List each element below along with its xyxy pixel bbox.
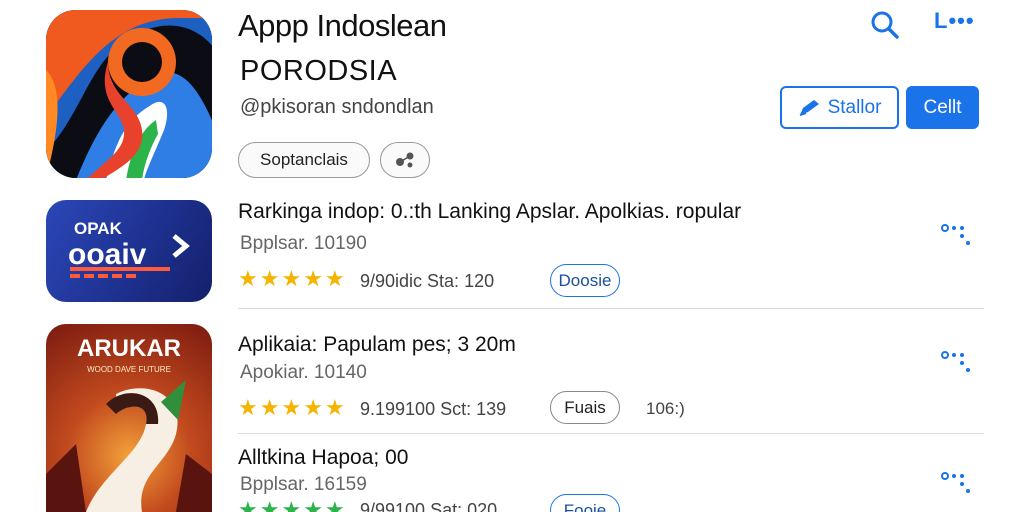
search-icon <box>871 11 899 39</box>
share-button[interactable] <box>380 142 430 178</box>
star-icon: ★ <box>281 497 302 512</box>
category-chip[interactable]: Soptanclais <box>238 142 370 178</box>
row-2-title[interactable]: Aplikaia: Papulam pes; 3 20m <box>238 333 516 357</box>
row-1-icon-text-top: OPAK <box>74 219 123 238</box>
row-1-logo-graphic: OPAK ooaiv <box>68 219 190 278</box>
app-title: Appp Indoslean <box>238 8 447 43</box>
star-icon: ★ <box>238 497 258 512</box>
row-2-app-icon[interactable]: ARUKAR WOOD DAVE FUTURE <box>46 324 212 512</box>
row-1-action-button[interactable]: Doosie <box>550 264 620 297</box>
row-2-subtitle: Apokiar. 10140 <box>240 362 367 383</box>
share-icon <box>396 152 414 168</box>
row-3-title[interactable]: Alltkina Hapoa; 00 <box>238 446 408 470</box>
row-1-more-button[interactable] <box>940 220 974 250</box>
star-icon: ★ <box>281 266 302 291</box>
star-icon: ★ <box>303 266 323 291</box>
star-icon: ★ <box>324 266 345 291</box>
star-icon: ★ <box>259 497 280 512</box>
row-2-icon-text-main: ARUKAR <box>77 335 181 362</box>
row-2-logo-graphic: ARUKAR WOOD DAVE FUTURE <box>46 335 212 512</box>
stallor-button[interactable]: Stallor <box>780 86 899 129</box>
get-button-label: Cellt <box>923 96 962 118</box>
app-subtitle: PORODSIA <box>240 55 398 87</box>
row-divider <box>238 308 984 309</box>
row-3-action-label: Fooie <box>563 500 607 512</box>
row-3-rating-stars: ★ ★ ★ ★ ★ <box>238 497 345 512</box>
app-icon <box>46 10 212 178</box>
star-icon: ★ <box>324 497 345 512</box>
star-icon: ★ <box>238 395 258 420</box>
stallor-button-label: Stallor <box>827 96 882 118</box>
row-1-rating-stars: ★ ★ ★ ★ ★ <box>238 266 345 292</box>
row-3-subtitle: Bpplsar. 16159 <box>240 474 367 495</box>
row-2-action-label: Fuais <box>564 397 606 417</box>
row-1-title[interactable]: Rarkinga indop: 0.:th Lanking Apslar. Ap… <box>238 200 741 224</box>
star-icon: ★ <box>259 395 280 420</box>
more-icon <box>941 472 970 493</box>
row-2-more-button[interactable] <box>940 347 974 377</box>
row-1-action-label: Doosie <box>558 270 612 290</box>
row-2-count: 106:) <box>646 399 685 418</box>
star-icon: ★ <box>238 266 258 291</box>
pencil-icon <box>799 99 819 116</box>
row-2-icon-text-small: WOOD DAVE FUTURE <box>87 365 171 374</box>
row-3-rating-text: 9/99100 Sat: 020 <box>360 500 498 512</box>
row-divider <box>238 433 984 434</box>
more-menu[interactable]: L••• <box>934 8 975 34</box>
more-icon <box>941 351 970 372</box>
row-1-icon-text-main: ooaiv <box>68 238 147 271</box>
search-button[interactable] <box>868 8 902 42</box>
star-icon: ★ <box>324 395 345 420</box>
star-icon: ★ <box>303 497 323 512</box>
row-1-app-icon[interactable]: OPAK ooaiv <box>46 200 212 302</box>
star-icon: ★ <box>281 395 302 420</box>
row-1-rating-text: 9/90idic Sta: 120 <box>360 271 495 291</box>
app-logo-graphic <box>46 10 212 178</box>
row-2-rating-stars: ★ ★ ★ ★ ★ <box>238 395 345 421</box>
more-icon <box>941 224 970 245</box>
row-3-more-button[interactable] <box>940 468 974 498</box>
category-chip-label: Soptanclais <box>260 150 348 169</box>
get-button[interactable]: Cellt <box>906 86 979 129</box>
developer-name[interactable]: @pkisoran sndondlan <box>240 96 434 119</box>
star-icon: ★ <box>303 395 323 420</box>
row-1-subtitle: Bpplsar. 10190 <box>240 233 367 254</box>
row-2-rating-text: 9.199100 Sct: 139 <box>360 399 507 419</box>
row-2-action-button[interactable]: Fuais <box>550 391 620 424</box>
row-3-action-button[interactable]: Fooie <box>550 494 620 512</box>
star-icon: ★ <box>259 266 280 291</box>
